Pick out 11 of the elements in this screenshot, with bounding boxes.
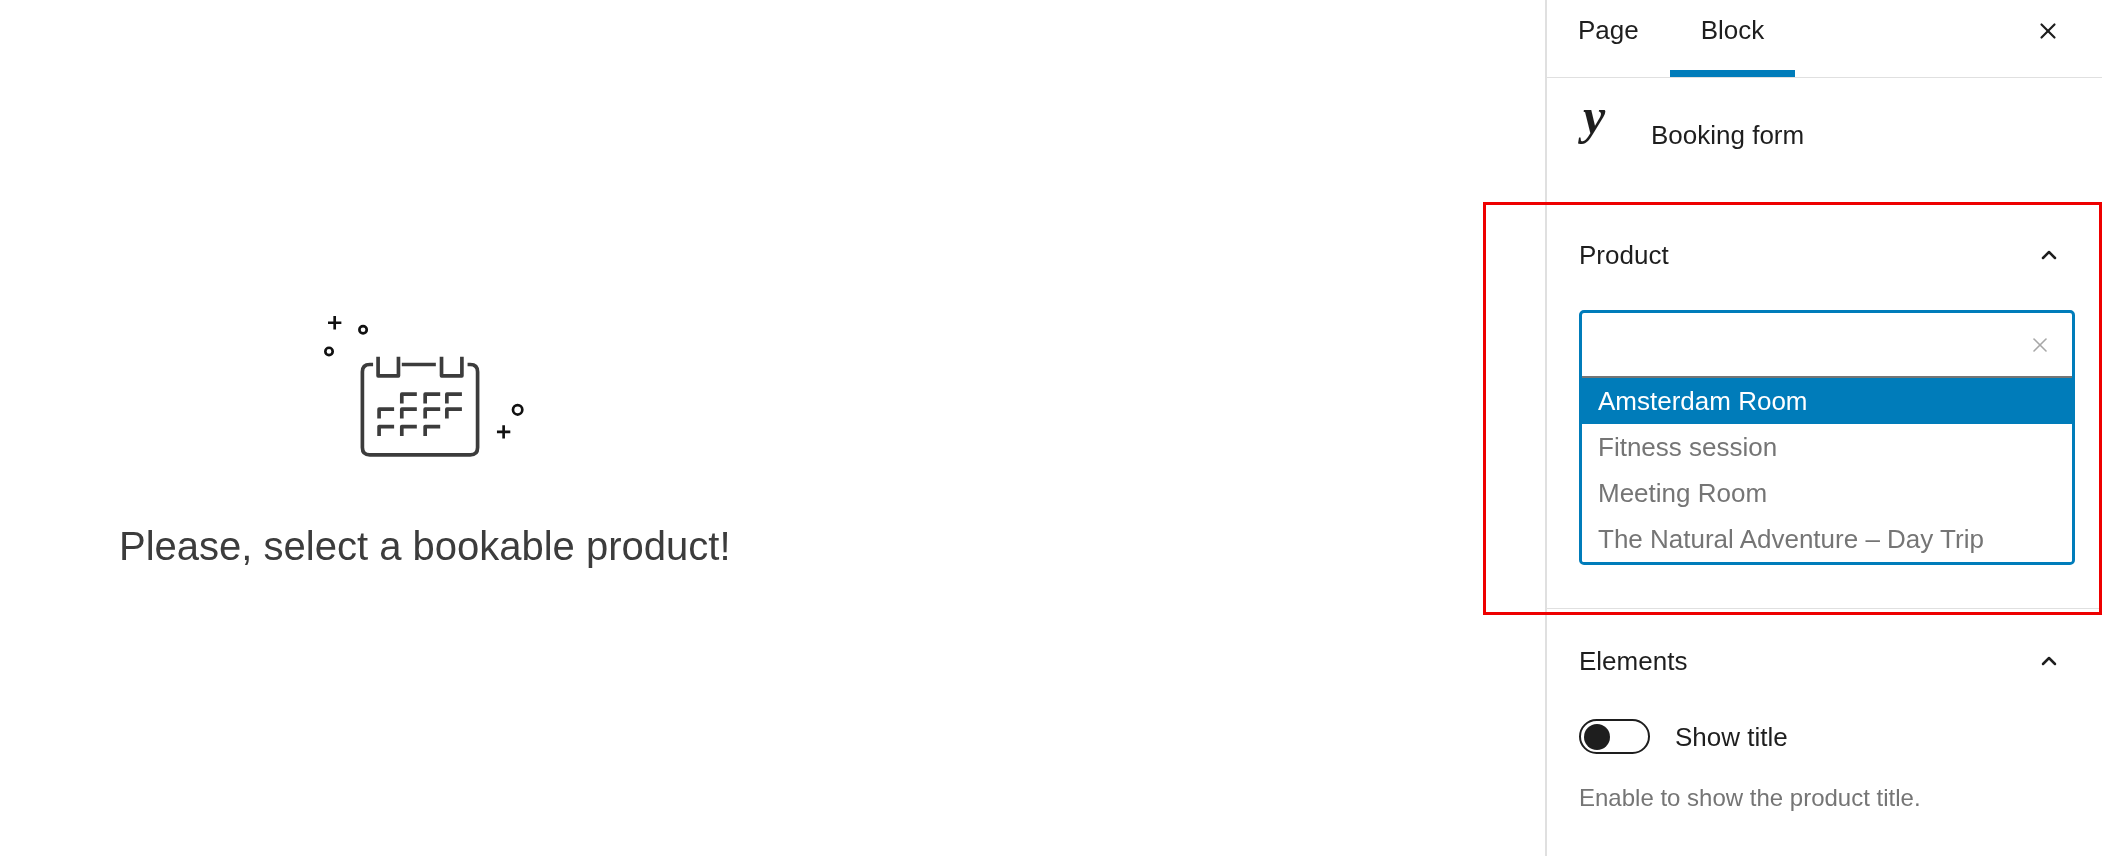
toggle-label: Show title	[1675, 721, 1788, 752]
sidebar-tab[interactable]: Page	[1547, 0, 1670, 77]
panel-title: Elements	[1579, 646, 1688, 676]
panel-title: Product	[1579, 240, 1669, 270]
empty-state-message: Please, select a bookable product!	[119, 523, 731, 569]
dropdown-option[interactable]: Amsterdam Room	[1582, 378, 2072, 424]
toggle-switch[interactable]	[1579, 719, 1650, 754]
sidebar-tab[interactable]: Block	[1669, 0, 1796, 77]
help-text: Enable to show the product title.	[1579, 783, 1921, 813]
block-title: Booking form	[1651, 119, 1805, 151]
logo-icon: y	[1579, 85, 1619, 147]
